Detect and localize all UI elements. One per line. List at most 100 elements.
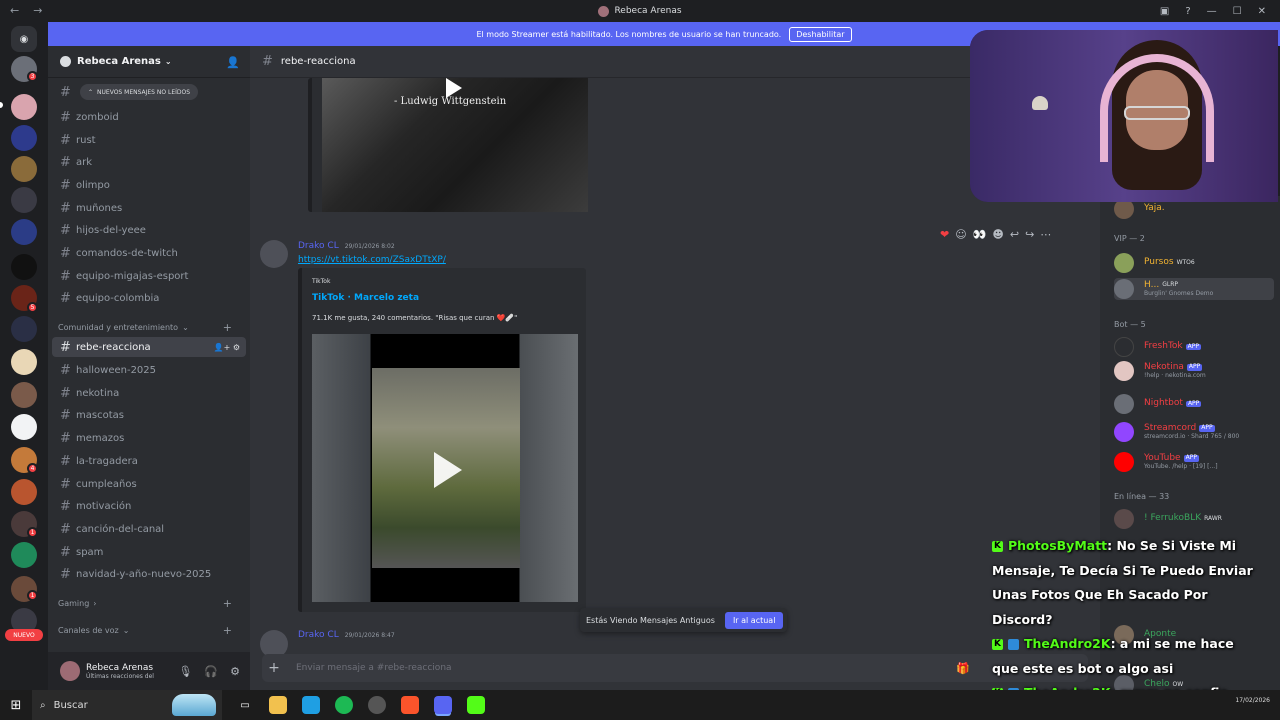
server-icon[interactable] — [11, 219, 37, 245]
help-icon[interactable]: ? — [1185, 6, 1190, 17]
channel-item[interactable]: # equipo-colombia — [52, 288, 246, 308]
member-item[interactable]: Nekotina APP !help · nekotina.com — [1114, 360, 1274, 382]
task-view-icon[interactable]: ▭ — [236, 696, 254, 714]
category-header[interactable]: Canales de voz ⌄ + — [58, 624, 246, 637]
file-explorer-icon[interactable] — [269, 696, 287, 714]
channel-item-active[interactable]: # rebe-reacciona 👤+ ⚙ — [52, 337, 246, 357]
obs-icon[interactable] — [368, 696, 386, 714]
discord-home-icon[interactable]: ◉ — [11, 26, 37, 52]
gift-icon[interactable]: 🎁 — [956, 662, 970, 675]
category-header[interactable]: Gaming › + — [58, 597, 246, 610]
server-icon[interactable] — [11, 382, 37, 408]
add-channel-icon[interactable]: + — [223, 624, 232, 637]
video-embed[interactable]: - Ludwig Wittgenstein — [308, 78, 588, 212]
channel-item[interactable]: # navidad-y-año-nuevo-2025 — [52, 564, 246, 584]
server-icon[interactable] — [11, 125, 37, 151]
channel-item[interactable]: # comandos-de-twitch — [52, 243, 246, 263]
add-channel-icon[interactable]: + — [223, 597, 232, 610]
channel-item[interactable]: # canción-del-canal — [52, 519, 246, 539]
gear-icon[interactable]: ⚙ — [230, 665, 240, 678]
store-icon[interactable] — [302, 696, 320, 714]
add-channel-icon[interactable]: + — [223, 321, 232, 334]
channel-item[interactable]: # ark — [52, 152, 246, 172]
maximize-icon[interactable]: ☐ — [1233, 6, 1242, 17]
eyes-reaction-icon[interactable]: 👀 — [973, 228, 987, 241]
member-item[interactable]: Pursos WTO6 — [1114, 252, 1274, 274]
back-arrow-icon[interactable]: ← — [10, 4, 19, 17]
close-icon[interactable]: ✕ — [1258, 6, 1266, 17]
channel-item[interactable]: # la-tragadera — [52, 451, 246, 471]
laugh-reaction-icon[interactable]: ☺ — [955, 228, 966, 241]
channel-item[interactable]: # zomboid — [52, 107, 246, 127]
hash-icon: # — [60, 200, 71, 216]
message-link[interactable]: https://vt.tiktok.com/ZSaxDTtXP/ — [298, 255, 446, 265]
more-options-icon[interactable]: ⋯ — [1040, 228, 1051, 241]
message-author[interactable]: Drako CL — [298, 630, 339, 640]
member-item[interactable]: H... GLRP Burglin' Gnomes Demo — [1114, 278, 1274, 300]
windows-start-icon[interactable]: ⊞ — [0, 698, 32, 713]
play-icon[interactable] — [446, 78, 462, 98]
message-composer[interactable]: + Enviar mensaje a #rebe-reacciona 🎁 — [262, 654, 1088, 682]
discord-app-icon[interactable] — [434, 696, 452, 714]
disable-streamer-button[interactable]: Deshabilitar — [789, 26, 852, 42]
channel-item[interactable]: # memazos — [52, 428, 246, 448]
server-icon[interactable] — [11, 187, 37, 213]
add-reaction-icon[interactable]: ☻ — [992, 228, 1003, 241]
forward-arrow-icon[interactable]: → — [33, 4, 42, 17]
chat-text: : a mi se me hace — [1110, 636, 1234, 651]
channel-item[interactable]: # spam — [52, 542, 246, 562]
spotify-icon[interactable] — [335, 696, 353, 714]
minimize-icon[interactable]: — — [1207, 6, 1217, 17]
add-member-icon[interactable]: 👤 — [226, 56, 240, 69]
avatar[interactable] — [60, 661, 80, 681]
attach-plus-icon[interactable]: + — [262, 660, 286, 676]
play-icon[interactable] — [434, 452, 462, 488]
message-author[interactable]: Drako CL — [298, 241, 339, 251]
headset-shape — [1100, 54, 1214, 162]
server-icon[interactable] — [11, 156, 37, 182]
guild-header[interactable]: Rebeca Arenas ⌄ 👤 — [48, 46, 250, 78]
avatar[interactable] — [260, 240, 288, 268]
heart-reaction-icon[interactable]: ❤ — [940, 228, 949, 241]
channel-item[interactable]: # halloween-2025 — [52, 360, 246, 380]
channel-item[interactable]: # hijos-del-yeee — [52, 220, 246, 240]
channel-title: rebe-reacciona — [280, 56, 356, 67]
member-item[interactable]: ! FerrukoBLK RAWR — [1114, 508, 1274, 530]
headphones-icon[interactable]: 🎧 — [204, 665, 218, 678]
inbox-icon[interactable]: ▣ — [1160, 6, 1169, 17]
channel-settings-icons[interactable]: 👤+ ⚙ — [214, 343, 240, 352]
channel-item[interactable]: # mascotas — [52, 405, 246, 425]
server-icon[interactable] — [11, 349, 37, 375]
server-icon[interactable] — [11, 94, 37, 120]
member-item[interactable]: Nightbot APP — [1114, 393, 1274, 415]
server-icon[interactable] — [11, 479, 37, 505]
category-header[interactable]: Comunidad y entretenimiento ⌄ + — [58, 321, 246, 334]
server-icon[interactable] — [11, 254, 37, 280]
channel-item[interactable]: # nekotina — [52, 383, 246, 403]
kick-badge-icon: K — [992, 639, 1003, 650]
microphone-icon[interactable]: 🎙 — [178, 665, 192, 678]
forward-icon[interactable]: ↪ — [1025, 228, 1034, 241]
embed-title[interactable]: TikTok · Marcelo zeta — [312, 293, 419, 303]
member-item[interactable]: FreshTok APP — [1114, 336, 1274, 358]
channel-item[interactable]: # motivación — [52, 496, 246, 516]
member-item[interactable]: YouTube APP YouTube. /help · [19] [...] — [1114, 451, 1274, 473]
kick-app-icon[interactable] — [467, 696, 485, 714]
server-icon[interactable] — [11, 414, 37, 440]
jump-to-present-button[interactable]: Ir al actual — [724, 611, 784, 629]
embed-video[interactable] — [312, 334, 578, 602]
hash-icon: # — [60, 407, 71, 423]
channel-item[interactable]: # olimpo — [52, 175, 246, 195]
server-icon[interactable] — [11, 542, 37, 568]
brave-browser-icon[interactable] — [401, 696, 419, 714]
member-name: Nightbot — [1144, 398, 1183, 409]
channel-item[interactable]: # equipo-migajas-esport — [52, 266, 246, 286]
unread-messages-pill[interactable]: ⌃ NUEVOS MENSAJES NO LEÍDOS — [80, 84, 199, 100]
taskbar-search[interactable]: ⌕ Buscar — [32, 690, 222, 720]
reply-icon[interactable]: ↩ — [1010, 228, 1019, 241]
channel-item[interactable]: # cumpleaños — [52, 474, 246, 494]
member-item[interactable]: Streamcord APP streamcord.io · Shard 765 /… — [1114, 421, 1274, 443]
server-icon[interactable] — [11, 316, 37, 342]
channel-item[interactable]: # muñones — [52, 198, 246, 218]
channel-item[interactable]: # rust — [52, 130, 246, 150]
